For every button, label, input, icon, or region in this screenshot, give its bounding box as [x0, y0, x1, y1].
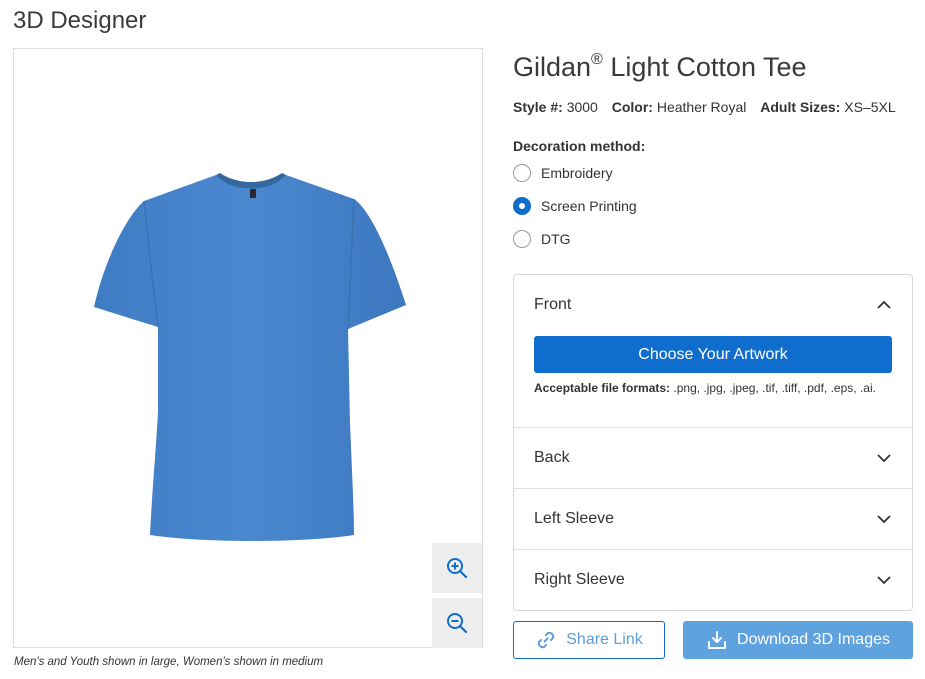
- accordion-header-back[interactable]: Back: [514, 428, 912, 488]
- download-icon: [708, 631, 727, 649]
- chevron-down-icon: [877, 515, 891, 524]
- formats-value: .png, .jpg, .jpeg, .tif, .tiff, .pdf, .e…: [673, 381, 876, 395]
- share-link-label: Share Link: [566, 631, 643, 648]
- file-formats-note: Acceptable file formats: .png, .jpg, .jp…: [534, 381, 876, 395]
- radio-dtg[interactable]: DTG: [513, 230, 571, 248]
- radio-label: Screen Printing: [541, 198, 637, 214]
- tshirt-preview-image: [94, 173, 406, 541]
- color-value: Heather Royal: [656, 99, 747, 115]
- formats-label: Acceptable file formats:: [534, 381, 671, 395]
- radio-label: Embroidery: [541, 165, 613, 181]
- zoom-out-button[interactable]: [432, 598, 482, 648]
- radio-circle-checked[interactable]: [513, 197, 531, 215]
- radio-label: DTG: [541, 231, 571, 247]
- link-icon: [538, 631, 555, 649]
- radio-embroidery[interactable]: Embroidery: [513, 164, 613, 182]
- color-label: Color:: [611, 99, 653, 115]
- zoom-in-button[interactable]: [432, 543, 482, 593]
- zoom-in-icon: [447, 558, 468, 579]
- product-3d-viewer[interactable]: [13, 48, 483, 648]
- style-label: Style #:: [513, 99, 563, 115]
- page-title: 3D Designer: [13, 7, 147, 34]
- chevron-down-icon: [877, 576, 891, 585]
- style-value: 3000: [566, 99, 598, 115]
- accordion-header-front[interactable]: Front: [514, 275, 912, 335]
- radio-circle[interactable]: [513, 230, 531, 248]
- viewer-caption: Men's and Youth shown in large, Women's …: [14, 656, 324, 668]
- product-brand: Gildan: [513, 52, 592, 82]
- chevron-down-icon: [877, 454, 891, 463]
- accordion-label: Front: [534, 296, 572, 313]
- accordion-header-right-sleeve[interactable]: Right Sleeve: [514, 550, 912, 610]
- zoom-out-icon: [447, 613, 468, 634]
- radio-circle[interactable]: [513, 164, 531, 182]
- choose-artwork-button[interactable]: Choose Your Artwork: [534, 336, 892, 373]
- accordion-header-left-sleeve[interactable]: Left Sleeve: [514, 489, 912, 549]
- accordion-label: Left Sleeve: [534, 510, 615, 527]
- sizes-label: Adult Sizes:: [760, 99, 841, 115]
- download-label: Download 3D Images: [737, 631, 890, 648]
- share-link-button[interactable]: Share Link: [513, 621, 665, 659]
- download-3d-images-button[interactable]: Download 3D Images: [683, 621, 913, 659]
- accordion-label: Back: [534, 449, 570, 466]
- print-locations-accordion: Front Choose Your Artwork Acceptable fil…: [513, 274, 913, 611]
- decoration-method-label: Decoration method:: [513, 138, 646, 154]
- accordion-label: Right Sleeve: [534, 571, 625, 588]
- radio-screen-printing[interactable]: Screen Printing: [513, 197, 637, 215]
- product-name: Light Cotton Tee: [610, 52, 807, 82]
- chevron-up-icon: [877, 300, 891, 309]
- product-title: Gildan® Light Cotton Tee: [513, 51, 807, 83]
- sizes-value: XS–5XL: [844, 99, 896, 115]
- registered-mark: ®: [591, 51, 603, 68]
- product-specs: Style #: 3000 Color: Heather Royal Adult…: [513, 99, 896, 115]
